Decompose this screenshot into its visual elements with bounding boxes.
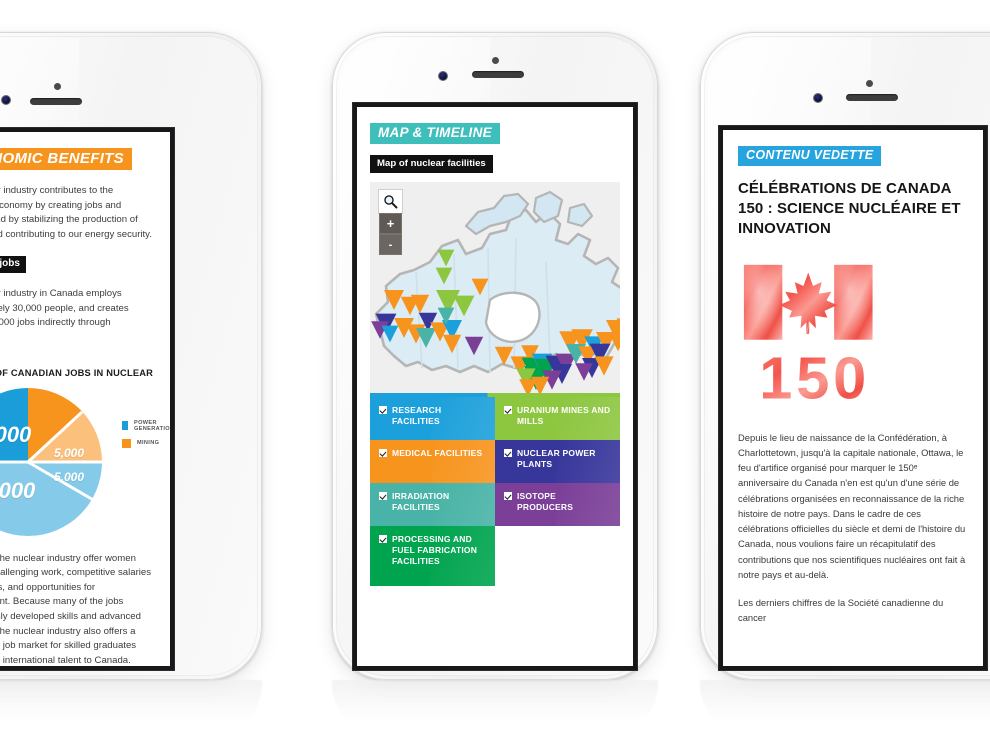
home-button-right[interactable] [851, 644, 903, 696]
legend-filter-research-facilities[interactable]: RESEARCH FACILITIES [370, 397, 495, 440]
phone-center: MAP & TIMELINE Map of nuclear facilities… [332, 32, 658, 680]
chart-title: NUMBER OF CANADIAN JOBS IN NUCLEAR [0, 367, 154, 378]
pie-legend: POWER GENERATION MINING [122, 420, 170, 455]
phone-right: CONTENU VEDETTE CÉLÉBRATIONS DE CANADA 1… [700, 32, 990, 680]
phone-center-camera-icon [439, 72, 447, 80]
french-paragraph-1: Depuis le lieu de naissance de la Conféd… [738, 431, 966, 580]
creating-jobs-text: The nuclear industry in Canada employs a… [0, 288, 129, 329]
legend-filter-processing-and-fuel-fabrication-facilities[interactable]: PROCESSING AND FUEL FABRICATION FACILITI… [370, 526, 495, 586]
legend-filter-label: ISOTOPE PRODUCERS [517, 491, 574, 512]
checkbox-icon[interactable] [504, 449, 512, 457]
legend-item-mining: MINING [122, 438, 170, 448]
home-button-left[interactable] [110, 644, 162, 696]
phone-right-reflection [700, 680, 990, 738]
pie-label-power-indirect: 25,000 [0, 477, 36, 503]
phone-left-earpiece [30, 98, 82, 105]
pie-label-mining-indirect: 5,000 [54, 469, 85, 484]
legend-label-mining: MINING [137, 440, 160, 447]
economic-benefits-page: ECONOMIC BENEFITS The nuclear industry c… [0, 132, 170, 666]
facilities-map[interactable]: + - [370, 182, 620, 397]
economic-benefits-header-badge: ECONOMIC BENEFITS [0, 148, 132, 170]
french-paragraph-2: Les derniers chiffres de la Société cana… [738, 597, 944, 624]
phone-center-sensor-icon [492, 57, 499, 64]
phone-center-screen: MAP & TIMELINE Map of nuclear facilities… [357, 107, 633, 666]
phone-right-camera-icon [814, 94, 822, 102]
phone-right-screen: CONTENU VEDETTE CÉLÉBRATIONS DE CANADA 1… [723, 130, 983, 666]
map-zoom-controls[interactable]: + - [379, 190, 402, 255]
phone-right-earpiece [846, 94, 898, 101]
legend-label-power-generation: POWER GENERATION [133, 419, 170, 432]
canada-map-graphic [371, 190, 620, 397]
legend-filter-nuclear-power-plants[interactable]: NUCLEAR POWER PLANTS [495, 440, 620, 483]
legend-filter-label: NUCLEAR POWER PLANTS [517, 448, 596, 469]
map-zoom-in-button[interactable]: + [379, 213, 402, 234]
contenu-vedette-page: CONTENU VEDETTE CÉLÉBRATIONS DE CANADA 1… [723, 130, 983, 666]
pie-label-mining-direct: 5,000 [54, 445, 85, 460]
legend-filter-label: IRRADIATION FACILITIES [392, 491, 450, 512]
search-icon[interactable] [379, 190, 402, 213]
legend-filter-label: PROCESSING AND FUEL FABRICATION FACILITI… [392, 534, 478, 566]
map-subtitle: Map of nuclear facilities [370, 154, 493, 173]
map-zoom-out-button[interactable]: - [379, 234, 402, 255]
creating-jobs-subhead: Creating jobs [0, 256, 26, 274]
phone-left: ECONOMIC BENEFITS The nuclear industry c… [0, 32, 262, 680]
legend-filter-label: RESEARCH FACILITIES [392, 405, 442, 426]
checkbox-icon[interactable] [379, 449, 387, 457]
canada-150-graphic: 150 [742, 261, 934, 411]
legend-filter-uranium-mines-and-mills[interactable]: URANIUM MINES AND MILLS [495, 397, 620, 440]
phone-left-sensor-icon [54, 83, 61, 90]
legend-swatch-power-generation [122, 421, 128, 431]
checkbox-icon[interactable] [379, 535, 387, 543]
contenu-vedette-header-badge: CONTENU VEDETTE [738, 146, 882, 166]
checkbox-icon[interactable] [379, 406, 387, 414]
jobs-pie-chart: 25,000 5,000 5,000 25,000 POWER GENERATI… [0, 386, 170, 536]
phone-right-sensor-icon [866, 80, 873, 87]
checkbox-icon[interactable] [504, 492, 512, 500]
legend-filter-irradiation-facilities[interactable]: IRRADIATION FACILITIES [370, 483, 495, 526]
pie-separators [0, 410, 102, 506]
screenshot-stage: ECONOMIC BENEFITS The nuclear industry c… [0, 0, 990, 744]
home-button-center[interactable] [469, 644, 521, 696]
map-legend-grid: RESEARCH FACILITIES URANIUM MINES AND MI… [370, 397, 620, 586]
legend-filter-label: MEDICAL FACILITIES [392, 448, 483, 458]
pie-label-power-direct: 25,000 [0, 421, 32, 447]
legend-filter-medical-facilities[interactable]: MEDICAL FACILITIES [370, 440, 495, 483]
page-title: CÉLÉBRATIONS DE CANADA 150 : SCIENCE NUC… [738, 179, 961, 237]
legend-filter-isotope-producers[interactable]: ISOTOPE PRODUCERS [495, 483, 620, 526]
economic-intro-text: The nuclear industry contributes to the … [0, 185, 152, 240]
canada-150-number: 150 [759, 344, 870, 405]
phone-left-camera-icon [2, 96, 10, 104]
legend-filter-label: URANIUM MINES AND MILLS [517, 405, 611, 426]
legend-item-power-generation: POWER GENERATION [122, 420, 170, 432]
map-timeline-page: MAP & TIMELINE Map of nuclear facilities… [357, 107, 633, 666]
map-timeline-header-badge: MAP & TIMELINE [370, 123, 500, 144]
legend-swatch-mining [122, 438, 131, 448]
phone-center-earpiece [472, 71, 524, 78]
checkbox-icon[interactable] [379, 492, 387, 500]
checkbox-icon[interactable] [504, 406, 512, 414]
phone-left-screen: ECONOMIC BENEFITS The nuclear industry c… [0, 132, 170, 666]
